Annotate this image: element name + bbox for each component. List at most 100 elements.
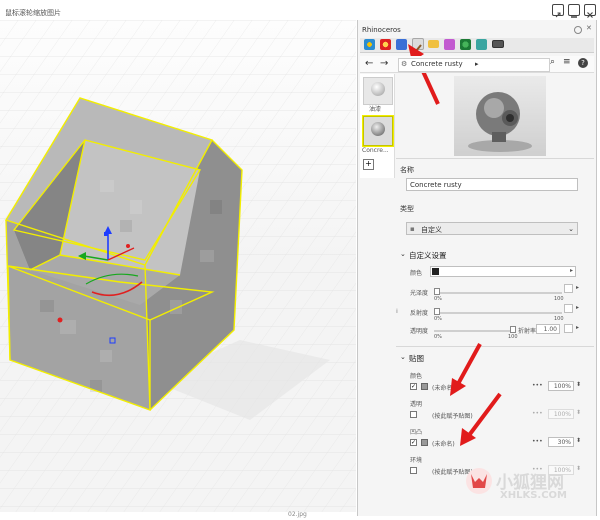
window-title: 鼠标滚轮缩放图片	[5, 9, 61, 17]
transp-slider-thumb[interactable]	[510, 326, 516, 333]
reflect-label: 反射度	[410, 310, 429, 317]
reflect-scale-min: 0%	[434, 316, 442, 322]
color-swatch	[432, 268, 439, 275]
tab-display-icon[interactable]	[364, 39, 375, 50]
map-bump-swatch	[421, 439, 428, 446]
transp-more-icon[interactable]: ▸	[576, 324, 579, 331]
type-select[interactable]: ▪ 自定义 ⌄	[406, 222, 578, 235]
transp-scale-max: 100	[508, 334, 518, 340]
reflect-slider-thumb[interactable]	[434, 308, 440, 315]
tab-screen-icon[interactable]	[492, 40, 504, 48]
ior-value: 1.00	[543, 326, 557, 333]
map-color-amount: 100%	[553, 383, 571, 390]
maps-title: 贴图	[409, 354, 424, 363]
panel-title: Rhinoceros	[362, 26, 401, 34]
map-color-ellipsis-icon[interactable]: •••	[532, 382, 543, 389]
reflect-more-icon[interactable]: ▸	[576, 304, 579, 311]
materials-panel: Rhinoceros ✕ ← → ⚙ Concrete rusty ▸ ⌕ ≡ …	[357, 20, 597, 516]
material-preview[interactable]	[454, 76, 546, 156]
breadcrumb-caret-icon: ▸	[475, 60, 479, 68]
help-icon[interactable]: ?	[578, 58, 588, 68]
map-color-swatch	[421, 383, 428, 390]
map-transparency-spin-icon[interactable]: ⬍	[576, 409, 581, 416]
gloss-scale-min: 0%	[434, 296, 442, 302]
close-icon[interactable]	[584, 4, 596, 18]
footer-filename: 02.jpg	[288, 511, 307, 518]
custom-settings-title: 自定义设置	[409, 251, 447, 260]
name-field-value: Concrete rusty	[410, 181, 462, 189]
transp-color-box[interactable]	[564, 324, 573, 333]
tab-ground-icon[interactable]	[476, 39, 487, 50]
nav-bar: ← → ⚙ Concrete rusty ▸ ⌕ ≡ ?	[360, 56, 594, 73]
ior-label: 折射率	[518, 328, 537, 335]
color-dropdown-icon: ▸	[569, 267, 573, 274]
menu-icon[interactable]: ≡	[563, 57, 571, 67]
window-controls	[552, 4, 598, 18]
map-bump-amount-field[interactable]: 30%	[548, 437, 574, 447]
type-label: 类型	[400, 205, 414, 213]
map-bump-ellipsis-icon[interactable]: •••	[532, 438, 543, 445]
annotation-arrow	[408, 44, 440, 105]
material-thumb-concrete[interactable]	[363, 116, 393, 146]
panel-close-icon[interactable]: ✕	[586, 24, 592, 32]
search-icon[interactable]: ⌕	[550, 57, 555, 67]
maps-collapse-icon[interactable]: ⌄	[400, 353, 406, 361]
gloss-more-icon[interactable]: ▸	[576, 284, 579, 291]
add-material-button[interactable]: +	[363, 159, 374, 170]
viewport[interactable]	[0, 20, 356, 512]
ior-field[interactable]: 1.00	[536, 324, 560, 334]
side-grip-icon[interactable]: ⁞	[396, 308, 398, 315]
reflect-slider-track[interactable]	[434, 312, 562, 314]
gloss-scale-max: 100	[554, 296, 564, 302]
material-thumb-paint-label: 油漆	[369, 106, 382, 113]
map-name-environment: 环境	[410, 457, 423, 464]
panel-divider	[396, 158, 594, 159]
transp-label: 透明度	[410, 328, 429, 335]
panel-options-icon[interactable]	[574, 26, 582, 34]
map-bump-spin-icon[interactable]: ⬍	[576, 437, 581, 444]
custom-collapse-icon[interactable]: ⌄	[400, 250, 406, 258]
name-field[interactable]: Concrete rusty	[406, 178, 578, 191]
chevron-down-icon: ⌄	[568, 225, 574, 233]
map-bump-checkbox[interactable]: ✓	[410, 439, 417, 446]
breadcrumb[interactable]: ⚙ Concrete rusty ▸	[398, 58, 550, 72]
panel-tabs	[360, 38, 594, 53]
gloss-color-box[interactable]	[564, 284, 573, 293]
type-icon: ▪	[410, 225, 415, 233]
gloss-slider-track[interactable]	[434, 292, 562, 294]
map-color-spin-icon[interactable]: ⬍	[576, 381, 581, 388]
annotation-arrow-bump-map	[460, 392, 502, 446]
breadcrumb-text: Concrete rusty	[411, 60, 463, 68]
map-bump-amount: 30%	[557, 439, 571, 446]
forward-icon[interactable]: →	[380, 58, 388, 69]
map-transparency-ellipsis-icon[interactable]: •••	[532, 410, 543, 417]
gloss-label: 光泽度	[410, 290, 429, 297]
tab-layers-icon[interactable]	[380, 39, 391, 50]
material-thumb-concrete-label: Concre...	[362, 147, 389, 154]
zoom-icon[interactable]	[568, 4, 580, 18]
tab-environment-icon[interactable]	[460, 39, 471, 50]
map-transparency-amount-field[interactable]: 100%	[548, 409, 574, 419]
transp-scale-min: 0%	[434, 334, 442, 340]
transp-slider-track[interactable]	[434, 330, 516, 332]
open-external-icon[interactable]	[552, 4, 564, 18]
map-transparency-checkbox[interactable]	[410, 411, 417, 418]
color-picker[interactable]: ▸	[430, 266, 576, 277]
map-color-checkbox[interactable]: ✓	[410, 383, 417, 390]
name-label: 名称	[400, 166, 414, 174]
map-name-bump: 凹凸	[410, 429, 423, 436]
back-icon[interactable]: ←	[365, 58, 373, 69]
map-name-color: 颜色	[410, 373, 423, 380]
map-environment-checkbox[interactable]	[410, 467, 417, 474]
type-select-value: 自定义	[421, 226, 442, 234]
custom-divider	[396, 346, 594, 347]
map-bump-texture[interactable]: (未命名)	[432, 439, 455, 448]
gloss-slider-thumb[interactable]	[434, 288, 440, 295]
reflect-color-box[interactable]	[564, 304, 573, 313]
map-color-amount-field[interactable]: 100%	[548, 381, 574, 391]
material-thumb-paint[interactable]	[363, 77, 393, 105]
reflect-scale-max: 100	[554, 316, 564, 322]
watermark-domain: XHLKS.COM	[500, 490, 567, 501]
map-transparency-amount: 100%	[553, 411, 571, 418]
map-environment-spin-icon[interactable]: ⬍	[576, 465, 581, 472]
